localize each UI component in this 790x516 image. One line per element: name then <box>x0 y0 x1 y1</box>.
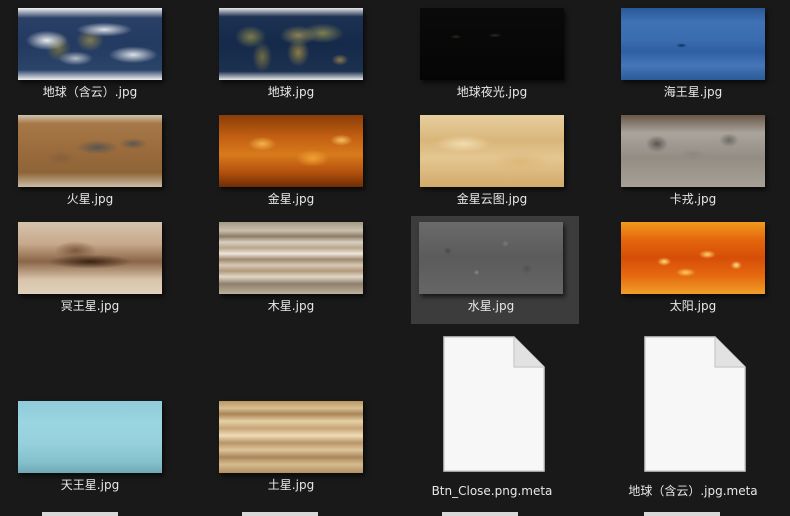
file-name: 天王星.jpg <box>60 478 120 492</box>
file-item[interactable]: 卡戎.jpg <box>613 109 781 217</box>
document-icon <box>443 336 545 472</box>
file-name: 金星云图.jpg <box>456 192 528 206</box>
file-item[interactable]: 金星云图.jpg <box>412 109 580 217</box>
file-item[interactable]: 冥王星.jpg <box>10 216 178 324</box>
image-thumbnail <box>219 222 363 294</box>
file-name: 地球夜光.jpg <box>456 85 528 99</box>
image-thumbnail <box>419 222 563 294</box>
file-item[interactable]: 木星.jpg <box>211 216 379 324</box>
file-name: 卡戎.jpg <box>669 192 717 206</box>
file-item[interactable]: 太阳.jpg <box>613 216 781 324</box>
image-thumbnail <box>420 115 564 187</box>
image-thumbnail <box>18 115 162 187</box>
next-row-item-edge <box>644 512 720 516</box>
image-thumbnail <box>621 8 765 80</box>
file-item[interactable]: 地球（含云）.jpg.meta <box>613 329 781 509</box>
image-thumbnail <box>219 8 363 80</box>
file-name: 木星.jpg <box>267 299 315 313</box>
file-item[interactable]: 金星.jpg <box>211 109 379 217</box>
image-thumbnail <box>621 115 765 187</box>
next-row-item-edge <box>242 512 318 516</box>
file-name: 地球.jpg <box>267 85 315 99</box>
file-name: 冥王星.jpg <box>60 299 120 313</box>
file-name: Btn_Close.png.meta <box>431 484 553 498</box>
file-grid: 地球（含云）.jpg 地球.jpg 地球夜光.jpg 海王星.jpg 火星.jp… <box>0 0 790 516</box>
file-name: 金星.jpg <box>267 192 315 206</box>
image-thumbnail <box>18 401 162 473</box>
file-item-selected[interactable]: 水星.jpg <box>411 216 579 324</box>
file-item[interactable]: 天王星.jpg <box>10 395 178 503</box>
file-item[interactable]: Btn_Close.png.meta <box>412 329 580 509</box>
image-thumbnail <box>420 8 564 80</box>
file-item[interactable]: 地球.jpg <box>211 2 379 110</box>
file-item[interactable]: 地球夜光.jpg <box>412 2 580 110</box>
document-icon <box>644 336 746 472</box>
image-thumbnail <box>219 401 363 473</box>
image-thumbnail <box>18 222 162 294</box>
file-name: 水星.jpg <box>467 299 515 313</box>
file-item[interactable]: 地球（含云）.jpg <box>10 2 178 110</box>
file-item[interactable]: 火星.jpg <box>10 109 178 217</box>
image-thumbnail <box>18 8 162 80</box>
file-item[interactable]: 土星.jpg <box>211 395 379 503</box>
file-name: 土星.jpg <box>267 478 315 492</box>
image-thumbnail <box>219 115 363 187</box>
file-name: 地球（含云）.jpg <box>42 85 138 99</box>
next-row-item-edge <box>42 512 118 516</box>
file-item[interactable]: 海王星.jpg <box>613 2 781 110</box>
file-name: 火星.jpg <box>66 192 114 206</box>
file-name: 太阳.jpg <box>669 299 717 313</box>
file-name: 海王星.jpg <box>663 85 723 99</box>
next-row-item-edge <box>442 512 518 516</box>
file-name: 地球（含云）.jpg.meta <box>628 484 758 498</box>
image-thumbnail <box>621 222 765 294</box>
